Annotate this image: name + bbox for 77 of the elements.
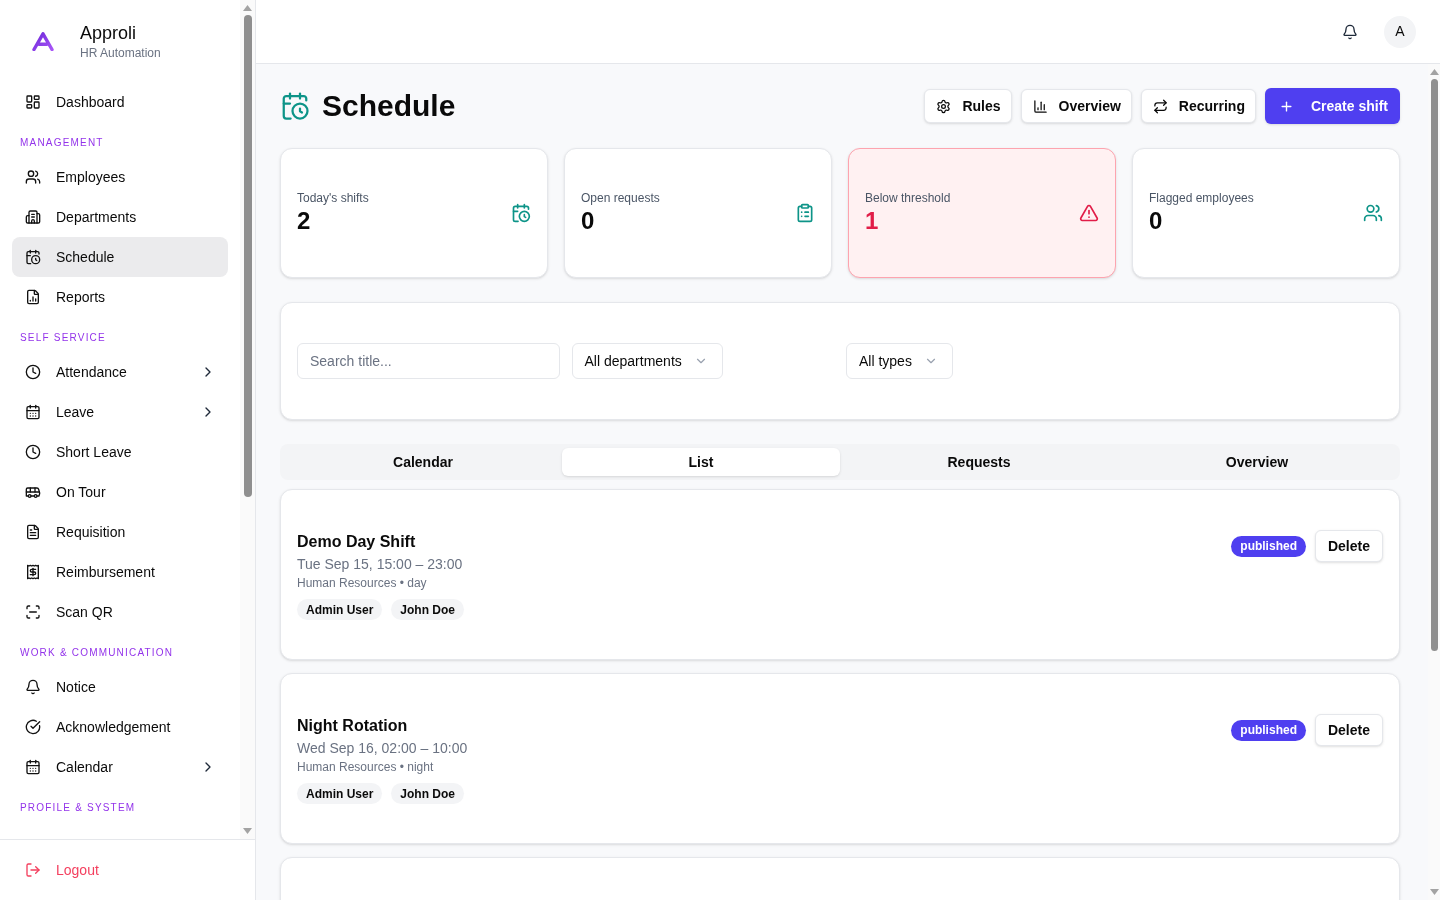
calendar-icon (25, 759, 41, 775)
stat-label: Open requests (581, 190, 660, 206)
logout-button[interactable]: Logout (12, 850, 228, 890)
settings-icon (936, 98, 952, 114)
stat-label: Flagged employees (1149, 190, 1254, 206)
stat-value: 2 (297, 206, 312, 236)
create-shift-button[interactable]: Create shift (1264, 88, 1400, 124)
assignee-chip: John Doe (391, 783, 465, 804)
assignee-chip: John Doe (391, 599, 465, 620)
stat-label: Below threshold (865, 190, 951, 206)
stat-label: Today's shifts (297, 190, 369, 206)
search-field[interactable]: Search title... (297, 343, 560, 379)
assignee-chip: Admin User (297, 783, 383, 804)
bar-chart-icon (1032, 98, 1048, 114)
sidebar-item[interactable]: Schedule (12, 237, 228, 277)
brand-name: Approli (80, 22, 138, 45)
select-dropdown[interactable]: All types (846, 343, 953, 379)
calendar-icon (25, 404, 41, 420)
shift-title: Demo Day Shift (297, 532, 417, 552)
status-badge: published (1231, 719, 1306, 741)
section-label: SELF SERVICE (20, 331, 106, 344)
calendar-clock-icon (280, 91, 310, 121)
tab[interactable]: Overview (1118, 448, 1396, 476)
building-icon (25, 209, 41, 225)
shift-meta: Human Resources • day (297, 575, 428, 591)
assignee-chip: Admin User (297, 599, 383, 620)
tab[interactable]: Calendar (284, 448, 562, 476)
scroll-down-arrow-icon[interactable] (243, 828, 252, 834)
bus-icon (25, 484, 41, 500)
stat-value: 0 (581, 206, 596, 236)
scroll-down-arrow-icon[interactable] (1429, 889, 1439, 895)
bell-icon (25, 679, 41, 695)
logo-icon (32, 31, 54, 51)
toolbar-button[interactable]: Rules (924, 89, 1012, 123)
page-title: Schedule (322, 88, 456, 124)
stat-value: 1 (865, 206, 880, 236)
scrollbar-thumb[interactable] (243, 15, 252, 497)
grid-icon (25, 94, 41, 110)
plus-icon (1278, 98, 1294, 114)
tab[interactable]: List (562, 448, 840, 476)
scan-icon (25, 604, 41, 620)
repeat-icon (1152, 98, 1168, 114)
clock-icon (25, 364, 41, 380)
users-icon (25, 169, 41, 185)
section-label: MANAGEMENT (20, 136, 104, 149)
shift-time: Wed Sep 16, 02:00 – 10:00 (297, 739, 468, 758)
file-chart-icon (25, 289, 41, 305)
delete-button[interactable]: Delete (1314, 530, 1383, 562)
scroll-up-arrow-icon[interactable] (243, 5, 252, 11)
users-icon (1363, 203, 1383, 223)
warning-icon (1079, 203, 1099, 223)
calendar-clock-icon (25, 249, 41, 265)
section-label: WORK & COMMUNICATION (20, 646, 174, 659)
clipboard-list-icon (795, 203, 815, 223)
document-icon (25, 524, 41, 540)
check-circle-icon (25, 719, 41, 735)
shift-time: Tue Sep 15, 15:00 – 23:00 (297, 555, 464, 574)
select-dropdown[interactable]: All departments (571, 343, 723, 379)
scroll-up-arrow-icon[interactable] (1429, 69, 1439, 75)
calendar-clock-icon (511, 203, 531, 223)
receipt-icon (25, 564, 41, 580)
tab[interactable]: Requests (840, 448, 1118, 476)
avatar-button[interactable]: A (1384, 15, 1416, 48)
clock-icon (25, 444, 41, 460)
scrollbar[interactable] (240, 0, 255, 839)
shift-meta: Human Resources • night (297, 759, 435, 775)
notification-bell-icon[interactable] (1342, 23, 1358, 40)
toolbar-button[interactable]: Recurring (1140, 89, 1256, 123)
stat-value: 0 (1149, 206, 1164, 236)
scrollbar-thumb[interactable] (1430, 79, 1438, 651)
section-label: PROFILE & SYSTEM (20, 801, 136, 814)
delete-button[interactable]: Delete (1314, 714, 1383, 746)
status-badge: published (1231, 535, 1306, 557)
logout-icon (25, 862, 41, 878)
shift-title: Night Rotation (297, 716, 409, 736)
toolbar-button[interactable]: Overview (1020, 89, 1132, 123)
brand-subtitle: HR Automation (80, 45, 161, 61)
